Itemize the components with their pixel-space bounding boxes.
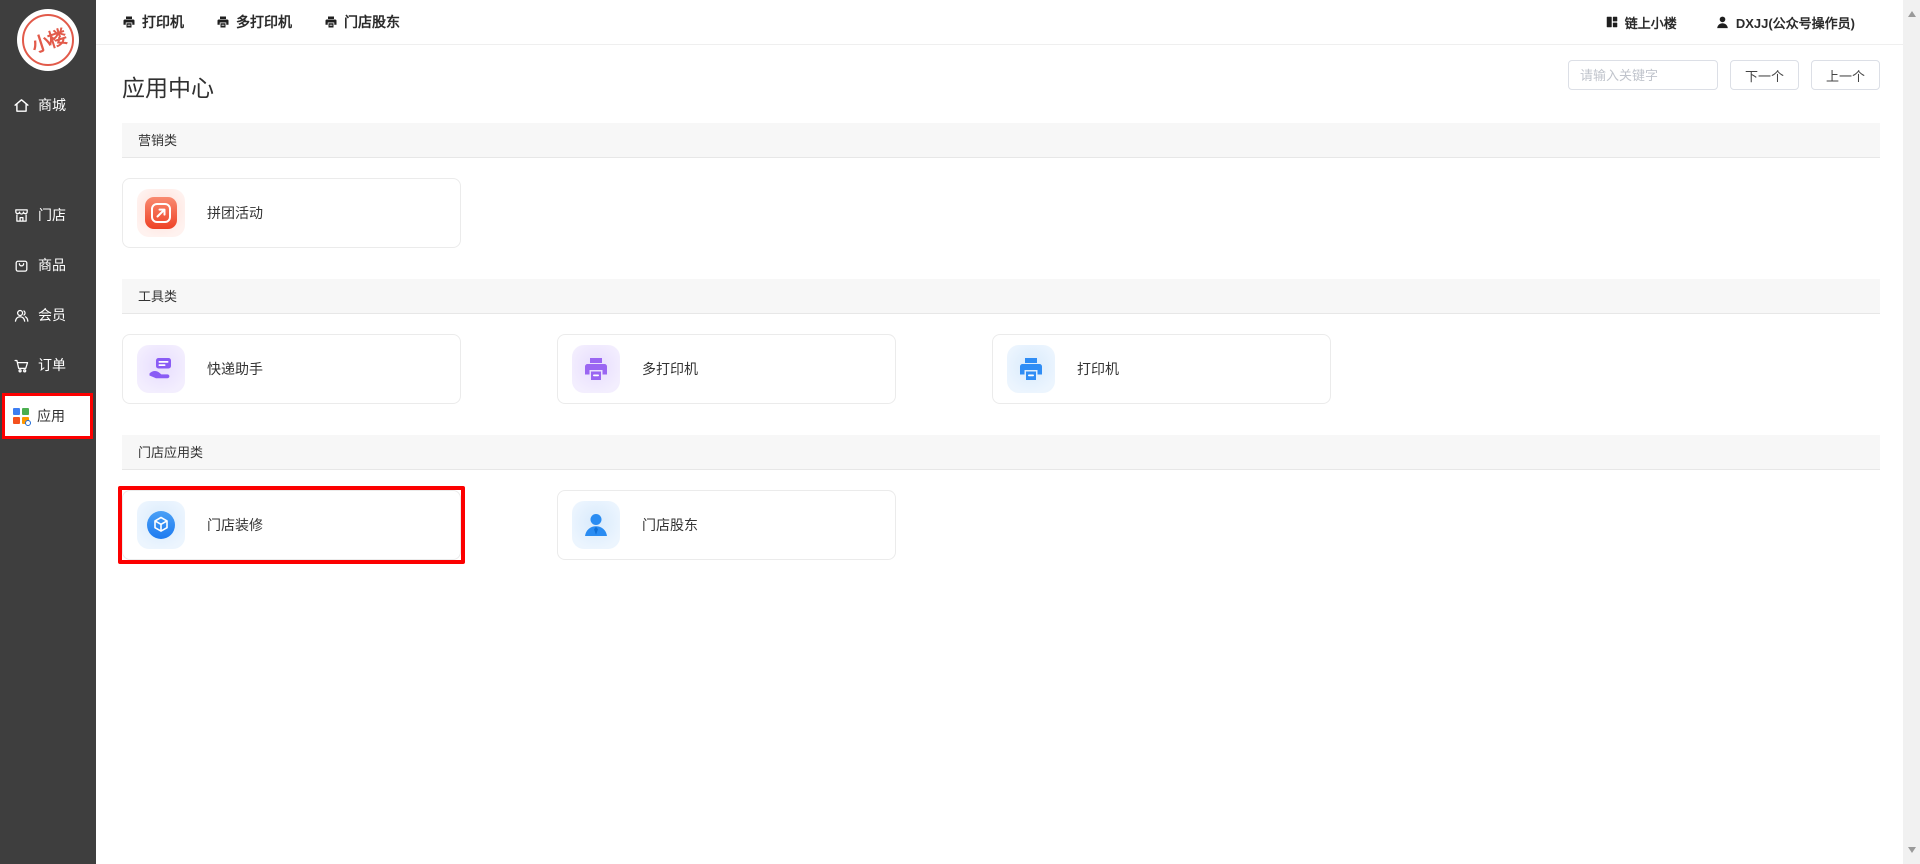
top-shortcut-label: 打印机 (142, 12, 184, 32)
section-header: 门店应用类 (122, 435, 1880, 470)
sidebar-item-label: 应用 (37, 406, 65, 426)
top-shortcut[interactable]: 多打印机 (216, 12, 292, 32)
printer-icon (216, 15, 230, 29)
sidebar-item-orders[interactable]: 订单 (0, 343, 96, 387)
home-icon (13, 97, 30, 114)
sidebar-menu: 商城门店商品会员订单应用 (0, 83, 96, 439)
groupbuy-icon (137, 189, 185, 237)
app-card[interactable]: 打印机 (992, 334, 1331, 404)
sidebar-item-label: 订单 (38, 355, 66, 375)
app-card-row: 快递助手 多打印机 打印机 (122, 334, 1880, 404)
vertical-scrollbar[interactable] (1903, 0, 1920, 864)
app-card-label: 打印机 (1077, 359, 1119, 379)
app-card[interactable]: 拼团活动 (122, 178, 461, 248)
workspace-switcher[interactable]: 链上小楼 (1605, 13, 1677, 32)
section-header: 工具类 (122, 279, 1880, 314)
sidebar-item-label: 门店 (38, 205, 66, 225)
logo-ring-icon: 小楼 (22, 14, 74, 66)
top-shortcut[interactable]: 门店股东 (324, 12, 400, 32)
scroll-up-icon[interactable] (1908, 11, 1916, 17)
sidebar-item-members[interactable]: 会员 (0, 293, 96, 337)
app-logo[interactable]: 小楼 (17, 9, 79, 71)
top-shortcut-label: 门店股东 (344, 12, 400, 32)
app-card-label: 门店装修 (207, 515, 263, 535)
user-menu[interactable]: DXJJ(公众号操作员) (1715, 13, 1855, 32)
prev-button[interactable]: 上一个 (1811, 60, 1880, 90)
app-card-label: 门店股东 (642, 515, 698, 535)
app-card[interactable]: 多打印机 (557, 334, 896, 404)
logo-text: 小楼 (28, 22, 69, 58)
top-bar: 打印机 多打印机 门店股东 链上小楼 DXJJ(公众号操作员) (96, 0, 1903, 45)
sidebar-item-label: 商城 (38, 95, 66, 115)
multiprinter-icon (572, 345, 620, 393)
sidebar-item-store[interactable]: 门店 (0, 193, 96, 237)
printer-icon (122, 15, 136, 29)
shareholder-icon (572, 501, 620, 549)
app-card-row: 拼团活动 (122, 178, 1880, 248)
apps-grid-icon (13, 408, 29, 424)
sections: 营销类拼团活动工具类快递助手 多打印机 打印机门店应用类门店装修 门店股东 (122, 123, 1880, 560)
top-shortcut-label: 多打印机 (236, 12, 292, 32)
express-icon (137, 345, 185, 393)
app-card-label: 拼团活动 (207, 203, 263, 223)
top-shortcuts: 打印机 多打印机 门店股东 (122, 12, 400, 32)
users-icon (13, 307, 30, 324)
app-card-row: 门店装修 门店股东 (122, 490, 1880, 560)
app-card-label: 快递助手 (207, 359, 263, 379)
grid-icon (1605, 15, 1619, 29)
workspace-label: 链上小楼 (1625, 13, 1677, 32)
user-icon (1715, 15, 1730, 30)
sidebar-item-mall[interactable]: 商城 (0, 83, 96, 127)
user-label: DXJJ(公众号操作员) (1736, 13, 1855, 32)
storefront-icon (13, 207, 30, 224)
printer-icon (324, 15, 338, 29)
sidebar: 小楼 商城门店商品会员订单应用 (0, 0, 96, 864)
app-card[interactable]: 门店装修 (122, 490, 461, 560)
sidebar-item-goods[interactable]: 商品 (0, 243, 96, 287)
sidebar-item-label: 商品 (38, 255, 66, 275)
sidebar-item-apps[interactable]: 应用 (2, 393, 93, 439)
app-card[interactable]: 门店股东 (557, 490, 896, 560)
printer-card-icon (1007, 345, 1055, 393)
page-head: 应用中心 下一个 上一个 (122, 45, 1880, 123)
search-input[interactable] (1568, 60, 1718, 90)
sidebar-item-label: 会员 (38, 305, 66, 325)
bag-icon (13, 257, 30, 274)
cart-icon (13, 357, 30, 374)
top-right: 链上小楼 DXJJ(公众号操作员) (1605, 13, 1855, 32)
section-header: 营销类 (122, 123, 1880, 158)
app-card[interactable]: 快递助手 (122, 334, 461, 404)
scroll-down-icon[interactable] (1908, 847, 1916, 853)
top-shortcut[interactable]: 打印机 (122, 12, 184, 32)
decorate-icon (137, 501, 185, 549)
head-controls: 下一个 上一个 (1568, 60, 1880, 90)
next-button[interactable]: 下一个 (1730, 60, 1799, 90)
main-content: 应用中心 下一个 上一个 营销类拼团活动工具类快递助手 多打印机 打印机门店应用类门… (96, 45, 1903, 560)
app-card-label: 多打印机 (642, 359, 698, 379)
